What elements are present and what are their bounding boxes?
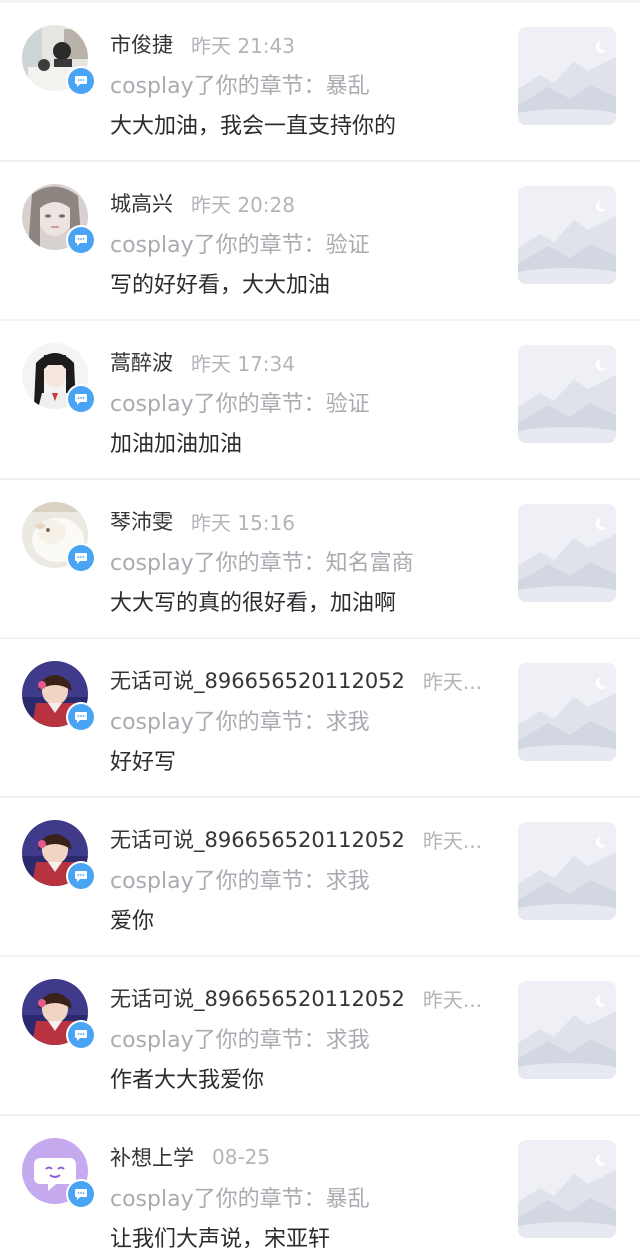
comment-text: 大大写的真的很好看，加油啊 [110,591,397,616]
cosplay-chapter-text: cosplay了你的章节：求我 [110,869,370,894]
comment-text: 爱你 [110,909,155,934]
notification-item[interactable]: 无话可说_896656520112052 昨天... cosplay了你的章节：… [0,639,640,798]
user-name[interactable]: 无话可说_896656520112052 [110,665,405,695]
name-row: 无话可说_896656520112052 昨天... [110,824,490,854]
chapter-thumbnail[interactable] [518,27,616,125]
comment-badge [66,225,96,255]
timestamp: 昨天... [422,987,482,1012]
image-placeholder-icon [518,1140,616,1238]
comment-notification-list: 市俊捷 昨天 21:43 cosplay了你的章节：暴乱 大大加油，我会一直支持… [0,0,640,1248]
comment-icon [68,1181,94,1207]
timestamp: 昨天 20:28 [191,192,295,217]
user-name[interactable]: 蒿醉波 [110,347,173,377]
timestamp: 昨天... [422,828,482,853]
cosplay-chapter-text: cosplay了你的章节：求我 [110,710,370,735]
comment-icon [68,68,94,94]
image-placeholder-icon [518,186,616,284]
timestamp: 昨天 15:16 [191,510,295,535]
comment-icon [68,1022,94,1048]
name-row: 市俊捷 昨天 21:43 [110,29,490,59]
comment-badge [66,543,96,573]
comment-icon [68,227,94,253]
user-name[interactable]: 城高兴 [110,188,173,218]
notification-item[interactable]: 琴沛雯 昨天 15:16 cosplay了你的章节：知名富商 大大写的真的很好看… [0,480,640,639]
user-name[interactable]: 琴沛雯 [110,506,173,536]
comment-badge [66,702,96,732]
comment-text: 大大加油，我会一直支持你的 [110,114,397,139]
notification-item[interactable]: 无话可说_896656520112052 昨天... cosplay了你的章节：… [0,798,640,957]
chapter-thumbnail[interactable] [518,186,616,284]
comment-badge [66,1179,96,1209]
chapter-thumbnail[interactable] [518,1140,616,1238]
timestamp: 昨天 21:43 [191,33,295,58]
cosplay-chapter-text: cosplay了你的章节：验证 [110,392,370,417]
chapter-thumbnail[interactable] [518,663,616,761]
name-row: 补想上学 08-25 [110,1142,490,1172]
notification-item[interactable]: 城高兴 昨天 20:28 cosplay了你的章节：验证 写的好好看，大大加油 [0,162,640,321]
comment-badge [66,861,96,891]
chapter-thumbnail[interactable] [518,345,616,443]
timestamp: 08-25 [212,1145,271,1169]
comment-icon [68,386,94,412]
notification-item[interactable]: 补想上学 08-25 cosplay了你的章节：暴乱 让我们大声说，宋亚轩 [0,1116,640,1248]
timestamp: 昨天 17:34 [191,351,295,376]
chapter-thumbnail[interactable] [518,981,616,1079]
image-placeholder-icon [518,822,616,920]
cosplay-chapter-text: cosplay了你的章节：暴乱 [110,74,370,99]
name-row: 琴沛雯 昨天 15:16 [110,506,490,536]
name-row: 无话可说_896656520112052 昨天... [110,983,490,1013]
cosplay-chapter-text: cosplay了你的章节：求我 [110,1028,370,1053]
comment-badge [66,66,96,96]
cosplay-chapter-text: cosplay了你的章节：知名富商 [110,551,414,576]
user-name[interactable]: 无话可说_896656520112052 [110,824,405,854]
comment-text: 写的好好看，大大加油 [110,273,331,298]
chapter-thumbnail[interactable] [518,504,616,602]
comment-badge [66,384,96,414]
image-placeholder-icon [518,27,616,125]
timestamp: 昨天... [422,669,482,694]
user-name[interactable]: 无话可说_896656520112052 [110,983,405,1013]
comment-icon [68,704,94,730]
image-placeholder-icon [518,504,616,602]
comment-icon [68,863,94,889]
name-row: 蒿醉波 昨天 17:34 [110,347,490,377]
name-row: 无话可说_896656520112052 昨天... [110,665,490,695]
user-name[interactable]: 补想上学 [110,1142,194,1172]
comment-badge [66,1020,96,1050]
comment-text: 好好写 [110,750,177,775]
name-row: 城高兴 昨天 20:28 [110,188,490,218]
notification-item[interactable]: 市俊捷 昨天 21:43 cosplay了你的章节：暴乱 大大加油，我会一直支持… [0,3,640,162]
cosplay-chapter-text: cosplay了你的章节：验证 [110,233,370,258]
notification-item[interactable]: 无话可说_896656520112052 昨天... cosplay了你的章节：… [0,957,640,1116]
image-placeholder-icon [518,663,616,761]
comment-text: 作者大大我爱你 [110,1068,265,1093]
cosplay-chapter-text: cosplay了你的章节：暴乱 [110,1187,370,1212]
user-name[interactable]: 市俊捷 [110,29,173,59]
comment-text: 让我们大声说，宋亚轩 [110,1227,331,1248]
image-placeholder-icon [518,981,616,1079]
notification-item[interactable]: 蒿醉波 昨天 17:34 cosplay了你的章节：验证 加油加油加油 [0,321,640,480]
chapter-thumbnail[interactable] [518,822,616,920]
comment-icon [68,545,94,571]
comment-text: 加油加油加油 [110,432,243,457]
image-placeholder-icon [518,345,616,443]
